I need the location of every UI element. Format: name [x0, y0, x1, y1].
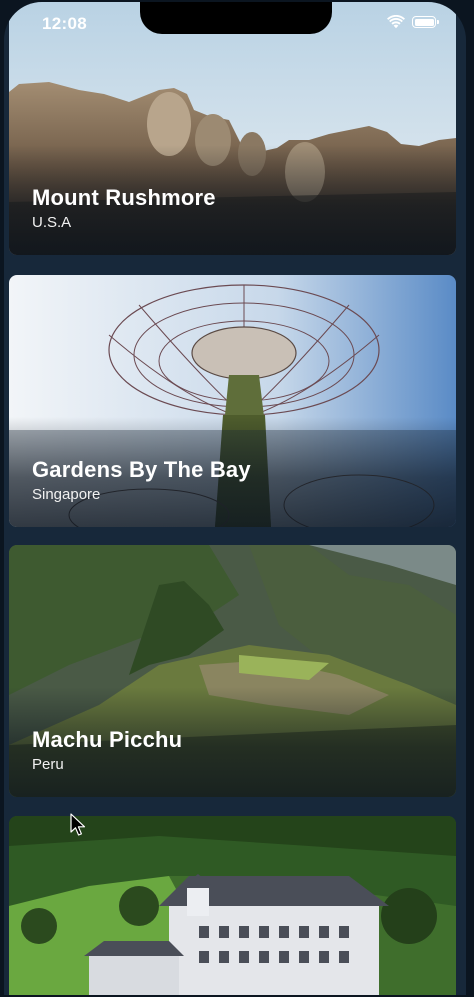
place-card-gardens-by-the-bay[interactable]: Gardens By The Bay Singapore [9, 275, 456, 527]
place-title: Machu Picchu [32, 727, 183, 752]
place-title: Gardens By The Bay [32, 457, 251, 482]
place-subtitle: U.S.A [32, 214, 72, 231]
status-time: 12:08 [42, 14, 87, 33]
place-card-machu-picchu[interactable]: Machu Picchu Peru [9, 545, 456, 797]
battery-icon [412, 16, 439, 28]
mountain-hotel-photo [9, 816, 456, 995]
device-notch [140, 2, 332, 34]
phone-frame: 12:08 Mount Rushmore U.S.A Gardens By Th… [0, 0, 474, 997]
app-screen: 12:08 Mount Rushmore U.S.A Gardens By Th… [4, 2, 466, 995]
place-subtitle: Peru [32, 756, 64, 773]
place-card-mount-rushmore[interactable]: Mount Rushmore U.S.A [9, 2, 456, 255]
place-subtitle: Singapore [32, 486, 101, 503]
place-card-mountain-hotel[interactable] [9, 816, 456, 995]
mouse-cursor-icon [70, 813, 86, 836]
status-icons [387, 15, 439, 29]
place-title: Mount Rushmore [32, 185, 216, 210]
wifi-icon [387, 15, 405, 29]
